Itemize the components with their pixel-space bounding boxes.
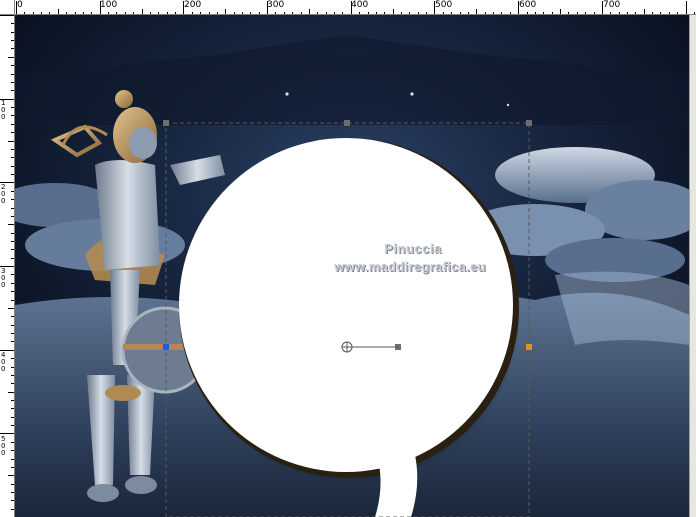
ruler-label-500: 500 xyxy=(435,0,453,10)
image-canvas[interactable]: Pinuccia www.maddiregrafica.eu xyxy=(15,15,689,517)
ruler-label-700: 700 xyxy=(603,0,621,10)
ruler-label-300: 300 xyxy=(267,0,285,10)
vertical-scrollbar[interactable] xyxy=(689,15,696,517)
handle-top-right xyxy=(526,120,532,126)
handle-mid-left xyxy=(163,344,169,350)
star xyxy=(410,92,414,96)
ruler-label-100: 100 xyxy=(100,0,118,10)
ruler-label-400: 400 xyxy=(351,0,369,10)
ruler-label-200: 200 xyxy=(184,0,202,10)
watermark-name: Pinuccia xyxy=(384,241,442,256)
ruler-corner xyxy=(0,0,15,15)
ruler-label-v-300: 3 0 0 xyxy=(1,267,6,289)
ruler-label-v-100: 1 0 0 xyxy=(1,99,6,121)
ruler-label-600: 600 xyxy=(519,0,537,10)
star xyxy=(285,92,289,96)
ruler-label-v-500: 5 0 0 xyxy=(1,435,6,457)
ground-highlight xyxy=(555,271,689,345)
vertical-ruler[interactable]: 1 0 0 2 0 0 3 0 0 4 0 0 5 0 0 xyxy=(0,14,15,517)
star xyxy=(506,103,510,107)
handle-top-mid xyxy=(344,120,350,126)
handle-mid-right xyxy=(526,344,532,350)
ruler-label-v-400: 4 0 0 xyxy=(1,351,6,373)
ruler-label-0: 0 xyxy=(17,0,23,10)
handle-top-left xyxy=(163,120,169,126)
horizontal-ruler[interactable]: 0 100 200 300 400 500 600 700 xyxy=(0,0,696,15)
ruler-label-v-200: 2 0 0 xyxy=(1,183,6,205)
watermark-url: www.maddiregrafica.eu xyxy=(334,259,486,274)
